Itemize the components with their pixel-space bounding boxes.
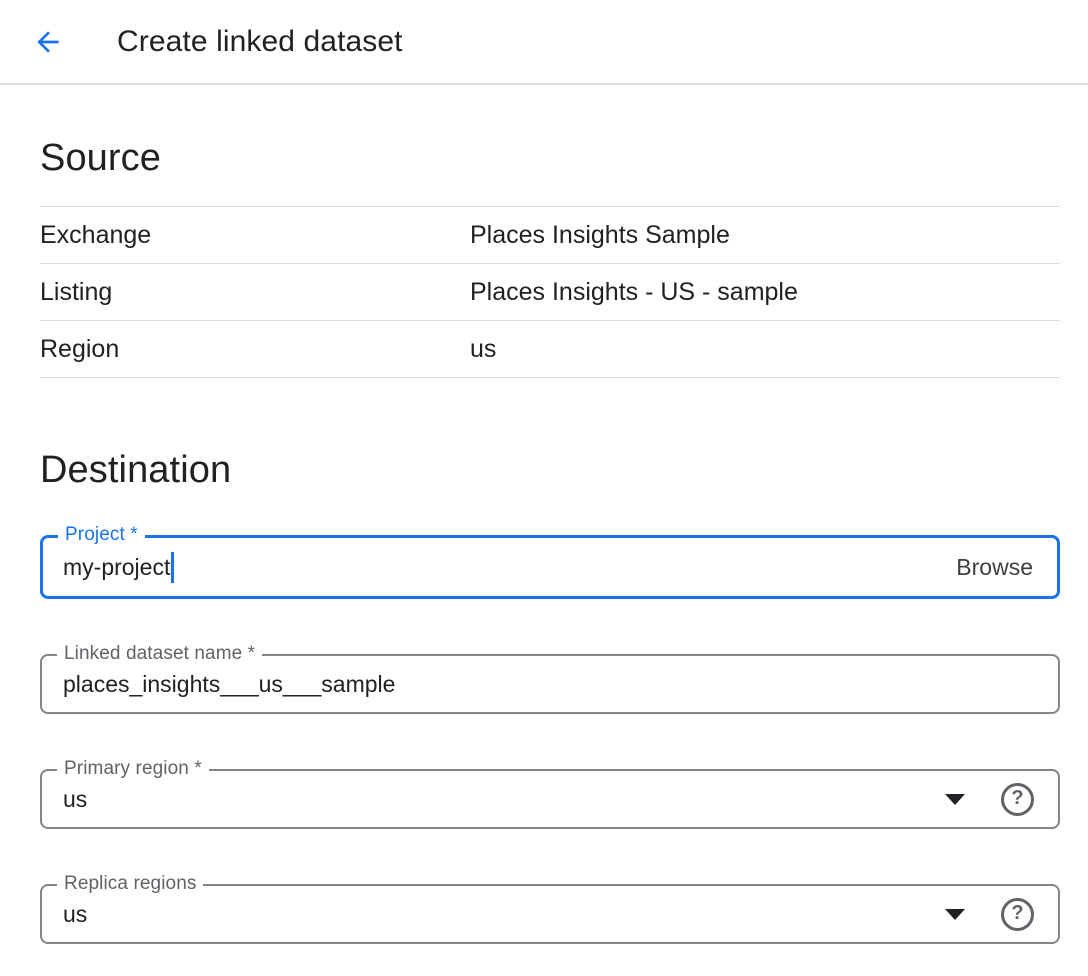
help-icon[interactable]: ? xyxy=(1001,783,1034,816)
linked-dataset-name-input[interactable] xyxy=(63,671,913,698)
browse-button[interactable]: Browse xyxy=(956,554,1033,581)
table-row-exchange: Exchange Places Insights Sample xyxy=(40,207,1060,264)
primary-region-select[interactable]: Primary region * us ? xyxy=(40,769,1060,829)
linked-dataset-name-field[interactable]: Linked dataset name * xyxy=(40,654,1060,714)
linked-dataset-name-label: Linked dataset name * xyxy=(57,643,262,665)
page-title: Create linked dataset xyxy=(117,25,403,59)
region-label: Region xyxy=(40,335,470,364)
dropdown-arrow-icon[interactable] xyxy=(945,794,965,805)
replica-regions-select[interactable]: Replica regions us ? xyxy=(40,884,1060,944)
table-row-listing: Listing Places Insights - US - sample xyxy=(40,264,1060,321)
main-content: Source Exchange Places Insights Sample L… xyxy=(40,137,1060,944)
help-icon[interactable]: ? xyxy=(1001,898,1034,931)
exchange-label: Exchange xyxy=(40,221,470,250)
project-input[interactable]: Project * my-project Browse xyxy=(40,535,1060,599)
primary-region-label: Primary region * xyxy=(57,758,209,780)
listing-label: Listing xyxy=(40,278,470,307)
region-value: us xyxy=(470,335,496,364)
primary-region-value: us xyxy=(63,786,87,813)
page-header: Create linked dataset xyxy=(0,0,1088,85)
source-section-heading: Source xyxy=(40,137,1060,179)
arrow-back-icon xyxy=(32,26,64,58)
project-field-label: Project * xyxy=(58,524,145,546)
replica-regions-value: us xyxy=(63,901,87,928)
destination-section-heading: Destination xyxy=(40,449,1060,491)
back-button[interactable] xyxy=(31,25,65,59)
project-value[interactable]: my-project xyxy=(63,554,170,581)
replica-regions-label: Replica regions xyxy=(57,873,203,895)
source-table: Exchange Places Insights Sample Listing … xyxy=(40,206,1060,378)
text-cursor xyxy=(171,552,174,583)
exchange-value: Places Insights Sample xyxy=(470,221,730,250)
dropdown-arrow-icon[interactable] xyxy=(945,909,965,920)
table-row-region: Region us xyxy=(40,321,1060,378)
listing-value: Places Insights - US - sample xyxy=(470,278,798,307)
